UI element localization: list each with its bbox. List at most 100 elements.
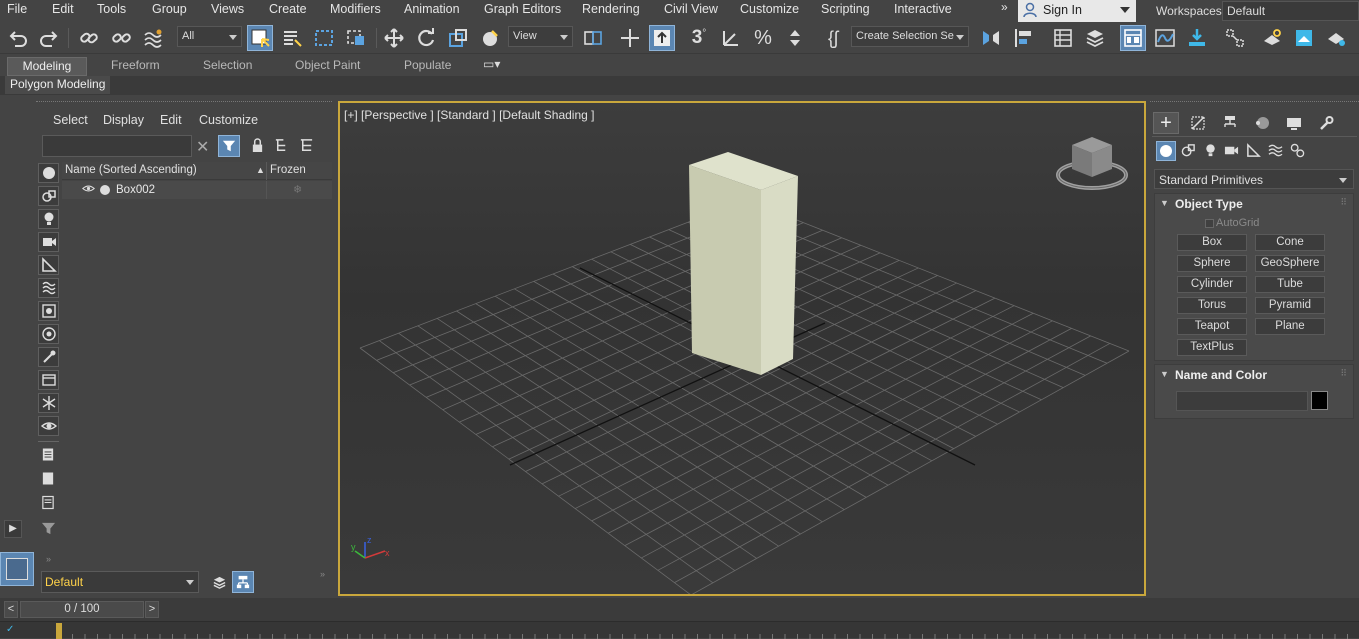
display-geometry-icon[interactable]: [38, 163, 59, 183]
column-name-header[interactable]: Name (Sorted Ascending): [65, 164, 197, 176]
eye-visibility-icon[interactable]: [81, 183, 96, 197]
cameras-category-icon[interactable]: [1224, 143, 1239, 161]
menu-scripting[interactable]: Scripting: [821, 2, 870, 16]
redo-icon[interactable]: [36, 25, 62, 51]
textplus-button[interactable]: TextPlus: [1177, 339, 1247, 356]
move-icon[interactable]: [381, 25, 407, 51]
display-tab-icon[interactable]: [1281, 112, 1307, 134]
display-frozen-icon[interactable]: [38, 393, 59, 413]
display-cameras-icon[interactable]: [38, 232, 59, 252]
rollout-collapse-icon[interactable]: ▼: [1160, 198, 1169, 208]
menu-graph-editors[interactable]: Graph Editors: [484, 2, 561, 16]
time-marker[interactable]: [56, 623, 62, 639]
bind-space-warp-icon[interactable]: [140, 25, 166, 51]
menu-tools[interactable]: Tools: [97, 2, 126, 16]
named-selection-sets-dropdown[interactable]: Create Selection Se: [851, 26, 969, 47]
display-invert-icon[interactable]: [42, 495, 54, 513]
material-editor-icon[interactable]: [1222, 25, 1248, 51]
shapes-category-icon[interactable]: [1181, 143, 1196, 161]
schematic-view-icon[interactable]: [1184, 25, 1210, 51]
select-object-icon[interactable]: [247, 25, 273, 51]
freeze-snowflake-icon[interactable]: ❄: [293, 183, 302, 196]
sign-in-dropdown[interactable]: Sign In: [1018, 0, 1136, 22]
mirror-icon[interactable]: [978, 25, 1004, 51]
menu-interactive[interactable]: Interactive: [894, 2, 952, 16]
display-helpers-icon[interactable]: [38, 255, 59, 275]
primitive-category-dropdown[interactable]: Standard Primitives: [1154, 169, 1354, 189]
column-frozen-header[interactable]: Frozen: [270, 164, 306, 176]
layer-sort-icon[interactable]: [299, 138, 314, 156]
edit-named-selection-icon[interactable]: {ʃ: [820, 25, 846, 51]
snaps-toggle-icon[interactable]: 3 °: [686, 25, 712, 51]
helpers-category-icon[interactable]: [1246, 143, 1261, 161]
place-icon[interactable]: [477, 25, 503, 51]
time-slider[interactable]: 0 / 100: [20, 601, 144, 618]
menu-animation[interactable]: Animation: [404, 2, 460, 16]
sort-by-hierarchy-icon[interactable]: [232, 571, 254, 593]
utilities-tab-icon[interactable]: [1313, 112, 1339, 134]
autogrid-checkbox[interactable]: [1205, 219, 1214, 228]
scene-search-input[interactable]: [42, 135, 192, 157]
clear-search-icon[interactable]: ✕: [196, 137, 209, 157]
rollout-grip-icon[interactable]: ⠿: [1340, 197, 1347, 208]
curve-editor-icon[interactable]: [1152, 25, 1178, 51]
tab-selection[interactable]: Selection: [203, 58, 252, 72]
geometry-category-icon[interactable]: [1156, 141, 1176, 161]
display-groups-icon[interactable]: [38, 301, 59, 321]
unlink-icon[interactable]: [108, 25, 134, 51]
rollout-grip-icon[interactable]: ⠿: [1340, 368, 1347, 379]
create-tab-icon[interactable]: +: [1153, 112, 1179, 134]
menu-file[interactable]: File: [7, 2, 27, 16]
render-setup-icon[interactable]: [1259, 25, 1285, 51]
viewport-layout-icon[interactable]: [0, 552, 34, 586]
lights-category-icon[interactable]: [1203, 143, 1218, 161]
time-slider-next[interactable]: >: [145, 601, 159, 618]
polygon-modeling-label[interactable]: Polygon Modeling: [5, 76, 111, 94]
scene-explorer-toggle-icon[interactable]: [1050, 25, 1076, 51]
display-hidden-icon[interactable]: [38, 416, 59, 436]
select-by-name-icon[interactable]: [279, 25, 305, 51]
ribbon-options-icon[interactable]: ▭▾: [483, 57, 500, 71]
workspace-dropdown[interactable]: Default: [1222, 1, 1359, 21]
plane-button[interactable]: Plane: [1255, 318, 1325, 335]
menu-views[interactable]: Views: [211, 2, 244, 16]
tube-button[interactable]: Tube: [1255, 276, 1325, 293]
motion-tab-icon[interactable]: [1249, 112, 1275, 134]
display-bones-icon[interactable]: [38, 347, 59, 367]
undo-icon[interactable]: [5, 25, 31, 51]
menu-rendering[interactable]: Rendering: [582, 2, 640, 16]
keyboard-shortcut-override-icon[interactable]: [649, 25, 675, 51]
perspective-viewport[interactable]: [+] [Perspective ] [Standard ] [Default …: [338, 101, 1146, 596]
sort-by-layer-icon[interactable]: [208, 571, 230, 593]
display-all-icon[interactable]: [42, 447, 54, 465]
cylinder-button[interactable]: Cylinder: [1177, 276, 1247, 293]
space-warps-category-icon[interactable]: [1268, 143, 1283, 161]
scene-explorer-grip[interactable]: [36, 101, 332, 104]
lock-icon[interactable]: [251, 138, 264, 156]
expand-explorer-icon[interactable]: »: [320, 569, 325, 579]
pyramid-button[interactable]: Pyramid: [1255, 297, 1325, 314]
menu-group[interactable]: Group: [152, 2, 187, 16]
rendered-frame-window-icon[interactable]: [1291, 25, 1317, 51]
tab-object-paint[interactable]: Object Paint: [295, 58, 360, 72]
rollout-collapse-icon[interactable]: ▼: [1160, 369, 1169, 379]
filter-icon[interactable]: [218, 135, 240, 157]
tab-modeling[interactable]: Modeling: [7, 57, 87, 76]
layer-explorer-icon[interactable]: [1082, 25, 1108, 51]
align-icon[interactable]: [1010, 25, 1036, 51]
menu-customize[interactable]: Customize: [740, 2, 799, 16]
menu-overflow-icon[interactable]: »: [1001, 0, 1008, 14]
rectangular-selection-icon[interactable]: [311, 25, 337, 51]
menu-civil-view[interactable]: Civil View: [664, 2, 718, 16]
angle-snap-icon[interactable]: [718, 25, 744, 51]
window-crossing-icon[interactable]: [343, 25, 369, 51]
systems-category-icon[interactable]: [1290, 143, 1305, 161]
reference-coordinate-dropdown[interactable]: View: [508, 26, 573, 47]
tab-populate[interactable]: Populate: [404, 58, 451, 72]
display-none-icon[interactable]: [42, 471, 54, 489]
se-menu-edit[interactable]: Edit: [160, 113, 182, 127]
sphere-button[interactable]: Sphere: [1177, 255, 1247, 272]
layer-dropdown[interactable]: Default: [41, 571, 199, 593]
modify-tab-icon[interactable]: [1185, 112, 1211, 134]
box-button[interactable]: Box: [1177, 234, 1247, 251]
